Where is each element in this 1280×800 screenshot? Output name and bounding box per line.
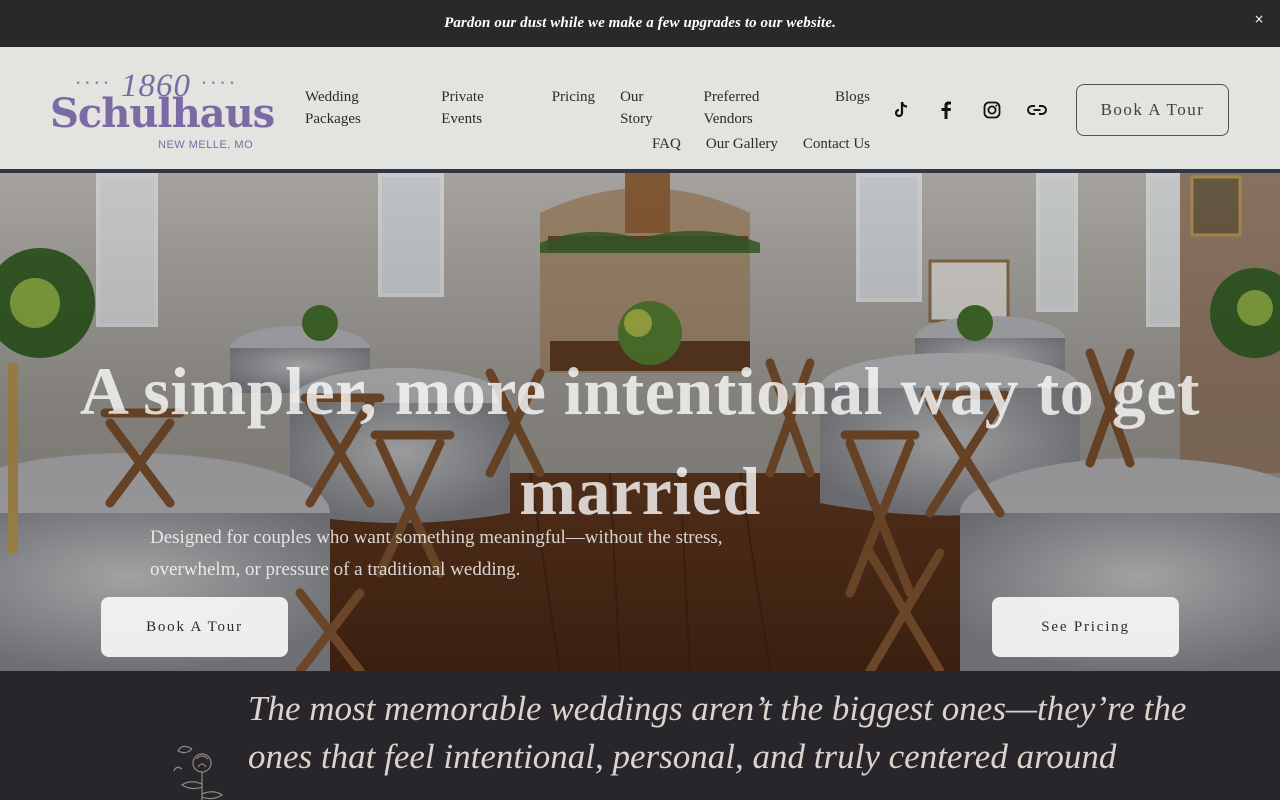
main-nav: Wedding Packages Private Events Pricing … [280, 86, 870, 155]
nav-link-preferred-vendors[interactable]: Preferred Vendors [704, 86, 810, 130]
close-icon[interactable]: × [1254, 12, 1264, 26]
nav-link-our-story[interactable]: Our Story [620, 86, 678, 130]
hero-see-pricing-button[interactable]: See Pricing [992, 597, 1179, 657]
site-logo[interactable]: ···· 1860 ···· Schulhaus NEW MELLE, MO [50, 65, 275, 155]
nav-link-our-gallery[interactable]: Our Gallery [706, 133, 778, 155]
nav-link-wedding-packages[interactable]: Wedding Packages [305, 86, 416, 130]
link-icon[interactable] [1027, 100, 1047, 120]
logo-location: NEW MELLE, MO [158, 139, 254, 151]
header-book-tour-button[interactable]: Book A Tour [1076, 84, 1229, 136]
hero-title: A simpler, more intentional way to get m… [79, 353, 1201, 529]
logo-name: Schulhaus [50, 90, 275, 137]
nav-link-faq[interactable]: FAQ [652, 133, 681, 155]
instagram-icon[interactable] [982, 100, 1002, 120]
announcement-text: Pardon our dust while we make a few upgr… [444, 15, 836, 31]
site-header: ···· 1860 ···· Schulhaus NEW MELLE, MO W… [0, 47, 1280, 169]
tiktok-icon[interactable] [891, 100, 911, 120]
nav-row-1: Wedding Packages Private Events Pricing … [280, 86, 870, 130]
announcement-bar: Pardon our dust while we make a few upgr… [0, 0, 1280, 47]
hero-subtitle: Designed for couples who want something … [150, 527, 723, 580]
facebook-icon[interactable] [936, 100, 956, 120]
quote-section: The most memorable weddings aren’t the b… [0, 671, 1280, 800]
hero-book-tour-button[interactable]: Book A Tour [101, 597, 288, 657]
nav-link-contact-us[interactable]: Contact Us [803, 133, 870, 155]
quote-text: The most memorable weddings aren’t the b… [248, 689, 1187, 776]
nav-row-2: FAQ Our Gallery Contact Us [280, 133, 870, 155]
floral-illustration-icon [173, 745, 224, 800]
nav-link-blogs[interactable]: Blogs [835, 86, 870, 130]
hero-section: A simpler, more intentional way to get m… [0, 173, 1280, 671]
nav-link-private-events[interactable]: Private Events [441, 86, 526, 130]
nav-link-pricing[interactable]: Pricing [552, 86, 595, 130]
